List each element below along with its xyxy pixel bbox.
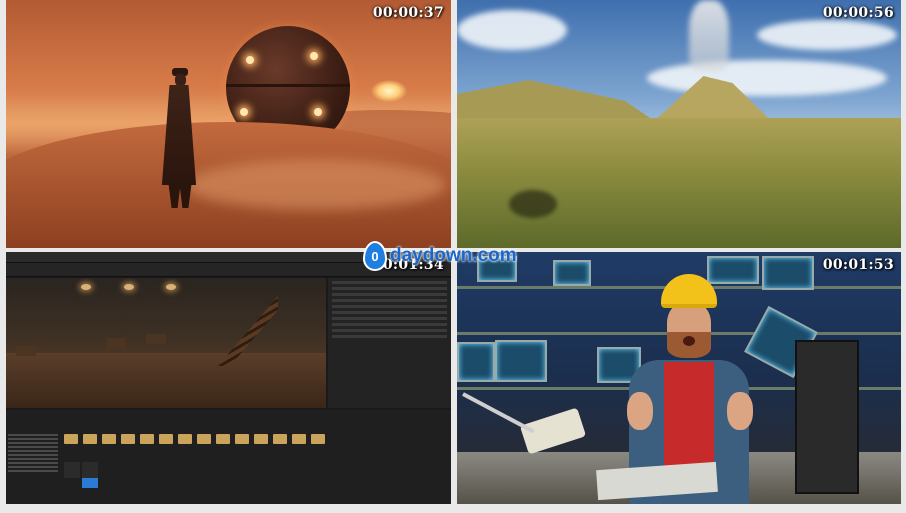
outliner-row — [332, 281, 447, 284]
tree-row — [8, 462, 58, 464]
timestamp: 00:01:53 — [822, 257, 894, 273]
figure-coat — [161, 85, 197, 185]
grass-ground — [457, 118, 901, 248]
viewport-floor — [6, 353, 326, 408]
ship-light — [240, 108, 248, 116]
folder-icon — [311, 434, 325, 444]
cloud — [457, 10, 567, 50]
timestamp: 00:00:56 — [822, 5, 894, 21]
table — [146, 334, 166, 344]
video-thumbnail-editor[interactable]: 00:01:34 — [6, 252, 451, 504]
ceiling-lamp — [166, 284, 176, 290]
asset-thumbnail — [82, 462, 98, 478]
cloud — [647, 60, 887, 96]
crt-monitor — [795, 340, 859, 494]
video-thumbnail-terrain[interactable]: 00:00:56 — [457, 0, 901, 248]
instructor-mouth — [683, 336, 695, 346]
hand — [627, 392, 653, 430]
dust-cloud — [186, 160, 446, 210]
figure-legs — [168, 180, 192, 208]
folder-icon — [197, 434, 211, 444]
cloud — [757, 20, 897, 50]
folder-icon — [83, 434, 97, 444]
outliner-panel — [328, 278, 451, 408]
monitor — [495, 340, 547, 382]
outliner-row — [332, 305, 447, 308]
tree-row — [8, 442, 58, 444]
folder-icon — [178, 434, 192, 444]
tree-row — [8, 466, 58, 468]
watermark: 0 daydown.com — [363, 241, 517, 271]
sun — [371, 80, 407, 102]
ceiling-lamp — [124, 284, 134, 290]
tree-row — [8, 454, 58, 456]
table — [106, 338, 126, 348]
folder-icon — [273, 434, 287, 444]
folder-icon — [292, 434, 306, 444]
hard-hat — [661, 274, 717, 308]
folder-icon — [140, 434, 154, 444]
outliner-row — [332, 323, 447, 326]
watermark-icon: 0 — [363, 241, 387, 271]
tree-row — [8, 458, 58, 460]
volcano-smoke — [689, 0, 729, 70]
outliner-row — [332, 317, 447, 320]
ship-light — [246, 56, 254, 64]
outliner-row — [332, 311, 447, 314]
watermark-text: daydown.com — [390, 245, 517, 266]
folder-icon — [121, 434, 135, 444]
outliner-row — [332, 287, 447, 290]
video-thumbnail-instructor[interactable]: 00:01:53 — [457, 252, 901, 504]
tree-row — [8, 438, 58, 440]
tree-row — [8, 446, 58, 448]
ground-shadow — [509, 190, 557, 218]
ship-light — [314, 108, 322, 116]
asset-thumbnail — [82, 478, 98, 488]
monitor — [457, 342, 495, 382]
folder-icon — [254, 434, 268, 444]
instructor-shirt — [664, 362, 714, 472]
content-browser — [6, 410, 451, 504]
folder-tree — [8, 432, 58, 474]
ship-light — [310, 52, 318, 60]
cloaked-figure — [154, 68, 202, 208]
folder-icon — [216, 434, 230, 444]
video-thumbnail-desert[interactable]: 00:00:37 — [6, 0, 451, 248]
folder-icon — [102, 434, 116, 444]
ceiling-lamp — [81, 284, 91, 290]
table — [16, 346, 36, 356]
hand — [727, 392, 753, 430]
tree-row — [8, 434, 58, 436]
figure-head — [175, 74, 186, 86]
tree-row — [8, 470, 58, 472]
outliner-row — [332, 293, 447, 296]
monitor — [762, 256, 814, 290]
folder-icon — [235, 434, 249, 444]
outliner-row — [332, 329, 447, 332]
tree-row — [8, 450, 58, 452]
level-viewport — [6, 278, 326, 408]
folder-icon — [159, 434, 173, 444]
asset-thumbnail — [64, 462, 80, 478]
outliner-row — [332, 335, 447, 338]
outliner-row — [332, 299, 447, 302]
monitor — [553, 260, 591, 286]
ship-band — [226, 84, 350, 87]
folder-icon — [64, 434, 78, 444]
timestamp: 00:00:37 — [372, 5, 444, 21]
